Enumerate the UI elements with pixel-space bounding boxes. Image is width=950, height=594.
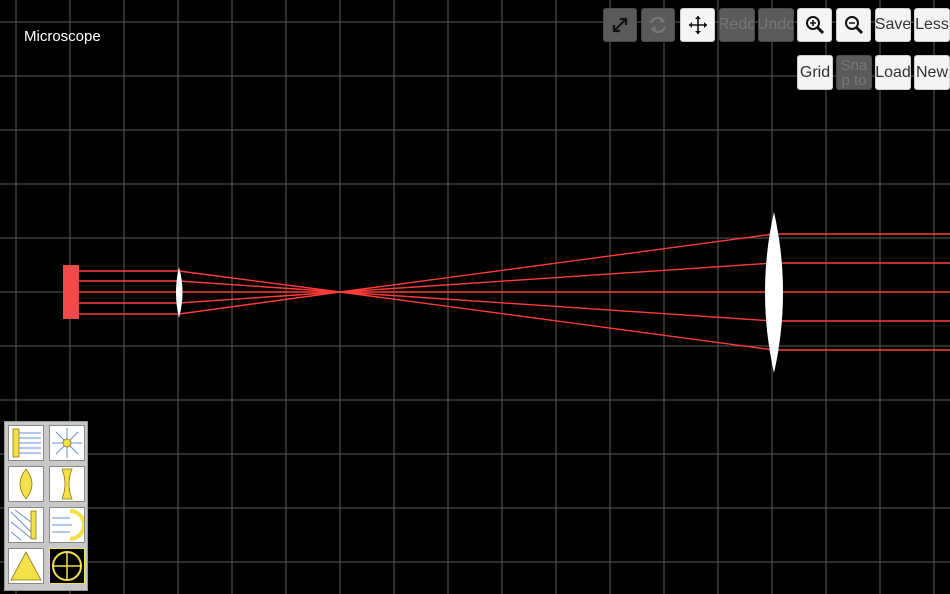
less-button[interactable]: Less — [914, 8, 950, 42]
snap-to-button[interactable]: Sna p to — [836, 55, 872, 90]
objective-lens[interactable] — [176, 267, 183, 318]
concave-lens-tool-icon[interactable] — [49, 466, 85, 502]
rotate-icon[interactable] — [641, 8, 675, 42]
save-button[interactable]: Save — [875, 8, 911, 42]
parallel-source-tool-icon[interactable] — [8, 425, 44, 461]
load-button[interactable]: Load — [875, 55, 911, 90]
mirror-tool-icon[interactable] — [8, 507, 44, 543]
prism-tool-icon[interactable] — [8, 548, 44, 584]
scene-title: Microscope — [24, 28, 101, 45]
convex-lens-tool-icon[interactable] — [8, 466, 44, 502]
detector-tool-icon[interactable] — [49, 548, 85, 584]
zoom-in-icon[interactable] — [797, 8, 832, 42]
point-source-tool-icon[interactable] — [49, 425, 85, 461]
undo-button[interactable]: Undo — [758, 8, 794, 42]
tool-palette — [4, 421, 88, 591]
new-button[interactable]: New — [914, 55, 950, 90]
light-ray — [79, 262, 950, 293]
light-rays — [79, 233, 950, 351]
expand-icon[interactable] — [603, 8, 637, 42]
light-ray — [79, 291, 950, 322]
curved-mirror-tool-icon[interactable] — [49, 507, 85, 543]
zoom-out-icon[interactable] — [836, 8, 871, 42]
light-source[interactable] — [63, 265, 79, 319]
grid-button[interactable]: Grid — [797, 55, 833, 90]
move-icon[interactable] — [680, 8, 715, 42]
redo-button[interactable]: Redo — [719, 8, 755, 42]
